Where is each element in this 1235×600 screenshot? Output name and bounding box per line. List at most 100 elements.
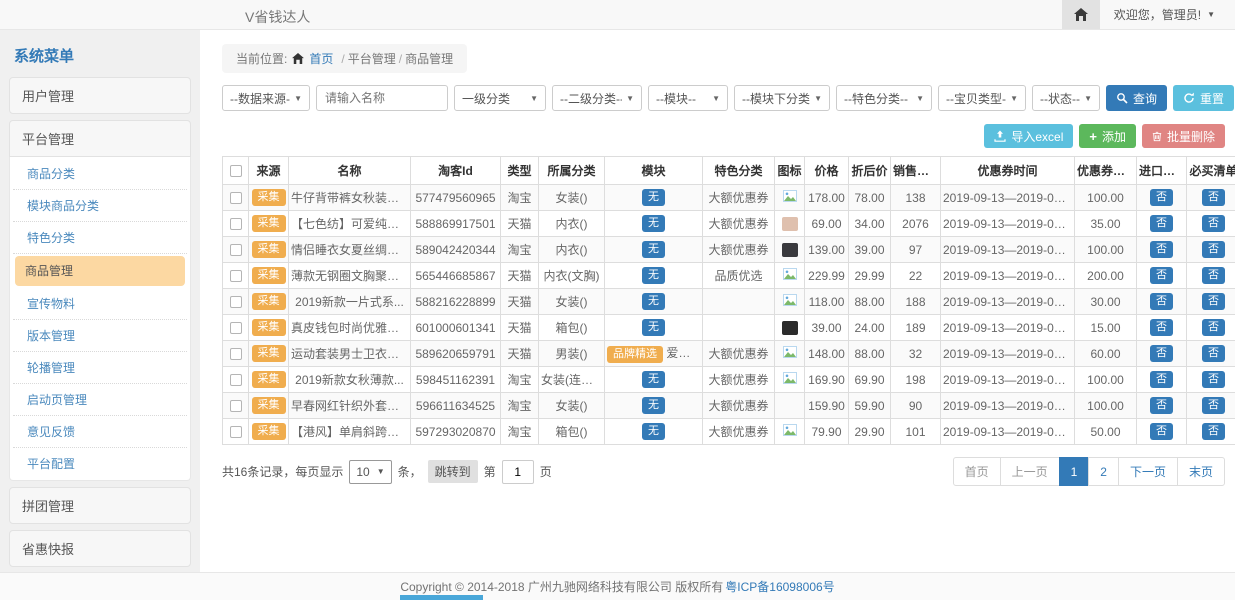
column-header-1: 来源 bbox=[249, 157, 289, 185]
sidebar-item-0[interactable]: 用户管理 bbox=[9, 77, 191, 114]
cell-module: 无 bbox=[605, 185, 703, 211]
pager-button-4[interactable]: 下一页 bbox=[1118, 457, 1178, 486]
caret-down-icon: ▼ bbox=[530, 94, 538, 103]
row-checkbox[interactable] bbox=[230, 270, 242, 282]
must-buy-toggle-badge[interactable]: 否 bbox=[1202, 241, 1225, 259]
must-buy-toggle-badge[interactable]: 否 bbox=[1202, 215, 1225, 233]
home-button[interactable] bbox=[1062, 0, 1100, 29]
home-icon bbox=[292, 53, 304, 64]
sidebar-subitem-8[interactable]: 意见反馈 bbox=[13, 416, 187, 448]
select-value: --模块-- bbox=[656, 90, 696, 107]
sidebar-item-1[interactable]: 平台管理 bbox=[9, 120, 191, 157]
import-toggle-badge[interactable]: 否 bbox=[1150, 397, 1173, 415]
cell-coupon-amount: 50.00 bbox=[1075, 419, 1137, 445]
must-buy-toggle-badge[interactable]: 否 bbox=[1202, 423, 1225, 441]
sidebar-item-2[interactable]: 拼团管理 bbox=[9, 487, 191, 524]
cell-taoke-id: 588869917501 bbox=[411, 211, 501, 237]
filter-select-8[interactable]: --状态--▼ bbox=[1032, 85, 1100, 111]
must-buy-toggle-badge[interactable]: 否 bbox=[1202, 293, 1225, 311]
row-checkbox[interactable] bbox=[230, 192, 242, 204]
pager-button-3[interactable]: 2 bbox=[1088, 457, 1119, 486]
import-toggle-badge[interactable]: 否 bbox=[1150, 189, 1173, 207]
row-checkbox[interactable] bbox=[230, 374, 242, 386]
add-button[interactable]: + 添加 bbox=[1079, 124, 1136, 148]
must-buy-toggle-badge[interactable]: 否 bbox=[1202, 371, 1225, 389]
reset-button[interactable]: 重置 bbox=[1173, 85, 1234, 111]
pager-button-2[interactable]: 1 bbox=[1059, 457, 1090, 486]
breadcrumb-item-0[interactable]: 平台管理 bbox=[348, 52, 396, 66]
sidebar-subitem-9[interactable]: 平台配置 bbox=[13, 448, 187, 479]
must-buy-toggle-badge[interactable]: 否 bbox=[1202, 397, 1225, 415]
sidebar-subitem-2[interactable]: 特色分类 bbox=[13, 222, 187, 254]
caret-down-icon: ▼ bbox=[712, 94, 720, 103]
pager-button-1[interactable]: 上一页 bbox=[1000, 457, 1060, 486]
sidebar-menu: 用户管理平台管理商品分类模块商品分类特色分类商品管理宣传物料版本管理轮播管理启动… bbox=[9, 77, 191, 600]
sidebar-subitem-0[interactable]: 商品分类 bbox=[13, 158, 187, 190]
must-buy-toggle-badge[interactable]: 否 bbox=[1202, 319, 1225, 337]
row-checkbox[interactable] bbox=[230, 322, 242, 334]
filter-select-3[interactable]: --二级分类--▼ bbox=[552, 85, 642, 111]
sidebar-subitem-6[interactable]: 轮播管理 bbox=[13, 352, 187, 384]
breadcrumb-home-link[interactable]: 首页 bbox=[309, 50, 333, 67]
must-buy-toggle-badge[interactable]: 否 bbox=[1202, 189, 1225, 207]
jump-button[interactable]: 跳转到 bbox=[428, 460, 478, 483]
cell-icon bbox=[775, 419, 805, 445]
name-search-input[interactable] bbox=[316, 85, 448, 111]
import-toggle-badge[interactable]: 否 bbox=[1150, 345, 1173, 363]
module-badge: 无 bbox=[642, 371, 665, 389]
row-checkbox[interactable] bbox=[230, 400, 242, 412]
import-toggle-badge[interactable]: 否 bbox=[1150, 241, 1173, 259]
pager-button-0[interactable]: 首页 bbox=[953, 457, 1001, 486]
select-value: --宝贝类型-- bbox=[946, 90, 1006, 107]
table-row: 采集2019新款一片式系...588216228899天猫女装()无118.00… bbox=[223, 289, 1235, 315]
filter-select-0[interactable]: --数据来源--▼ bbox=[222, 85, 310, 111]
cell-must-buy: 否 bbox=[1187, 367, 1235, 393]
import-toggle-badge[interactable]: 否 bbox=[1150, 293, 1173, 311]
import-toggle-badge[interactable]: 否 bbox=[1150, 215, 1173, 233]
import-toggle-badge[interactable]: 否 bbox=[1150, 319, 1173, 337]
search-button[interactable]: 查询 bbox=[1106, 85, 1167, 111]
user-menu[interactable]: 欢迎您，管理员! ▼ bbox=[1100, 6, 1235, 23]
cell-category: 箱包() bbox=[539, 419, 605, 445]
import-excel-button[interactable]: 导入excel bbox=[984, 124, 1073, 148]
module-badge: 无 bbox=[642, 215, 665, 233]
import-toggle-badge[interactable]: 否 bbox=[1150, 371, 1173, 389]
sidebar-panel: 省惠快报 bbox=[9, 530, 191, 567]
row-checkbox[interactable] bbox=[230, 348, 242, 360]
sidebar-item-3[interactable]: 省惠快报 bbox=[9, 530, 191, 567]
page-number-input[interactable] bbox=[502, 460, 534, 484]
sidebar-subitem-1[interactable]: 模块商品分类 bbox=[13, 190, 187, 222]
column-header-3: 淘客Id bbox=[411, 157, 501, 185]
cell-checkbox bbox=[223, 263, 249, 289]
filter-select-2[interactable]: 一级分类▼ bbox=[454, 85, 546, 111]
import-toggle-badge[interactable]: 否 bbox=[1150, 267, 1173, 285]
filter-select-4[interactable]: --模块-- ▼ bbox=[648, 85, 728, 111]
breadcrumb-item-1[interactable]: 商品管理 bbox=[405, 52, 453, 66]
sidebar-subitem-3[interactable]: 商品管理 bbox=[15, 256, 185, 286]
row-checkbox[interactable] bbox=[230, 296, 242, 308]
sidebar-subitem-4[interactable]: 宣传物料 bbox=[13, 288, 187, 320]
filter-select-7[interactable]: --宝贝类型--▼ bbox=[938, 85, 1026, 111]
select-all-checkbox[interactable] bbox=[230, 165, 242, 177]
import-toggle-badge[interactable]: 否 bbox=[1150, 423, 1173, 441]
module-badge: 无 bbox=[642, 397, 665, 415]
per-page-select[interactable]: 10 ▼ bbox=[349, 460, 391, 484]
cell-icon bbox=[775, 263, 805, 289]
cell-taoke-id: 601000601341 bbox=[411, 315, 501, 341]
icp-link[interactable]: 粤ICP备16098006号 bbox=[725, 578, 834, 595]
cell-product-name: 【七色纺】可爱纯棉家... bbox=[289, 211, 411, 237]
batch-delete-button[interactable]: 批量删除 bbox=[1142, 124, 1225, 148]
must-buy-toggle-badge[interactable]: 否 bbox=[1202, 267, 1225, 285]
pager-button-5[interactable]: 末页 bbox=[1177, 457, 1225, 486]
sidebar-subitem-5[interactable]: 版本管理 bbox=[13, 320, 187, 352]
must-buy-toggle-badge[interactable]: 否 bbox=[1202, 345, 1225, 363]
row-checkbox[interactable] bbox=[230, 218, 242, 230]
broken-image-icon bbox=[783, 190, 797, 202]
row-checkbox[interactable] bbox=[230, 426, 242, 438]
filter-select-6[interactable]: --特色分类--▼ bbox=[836, 85, 932, 111]
row-checkbox[interactable] bbox=[230, 244, 242, 256]
cell-coupon-amount: 100.00 bbox=[1075, 367, 1137, 393]
cell-discount-price: 29.90 bbox=[849, 419, 891, 445]
filter-select-5[interactable]: --模块下分类--▼ bbox=[734, 85, 830, 111]
sidebar-subitem-7[interactable]: 启动页管理 bbox=[13, 384, 187, 416]
